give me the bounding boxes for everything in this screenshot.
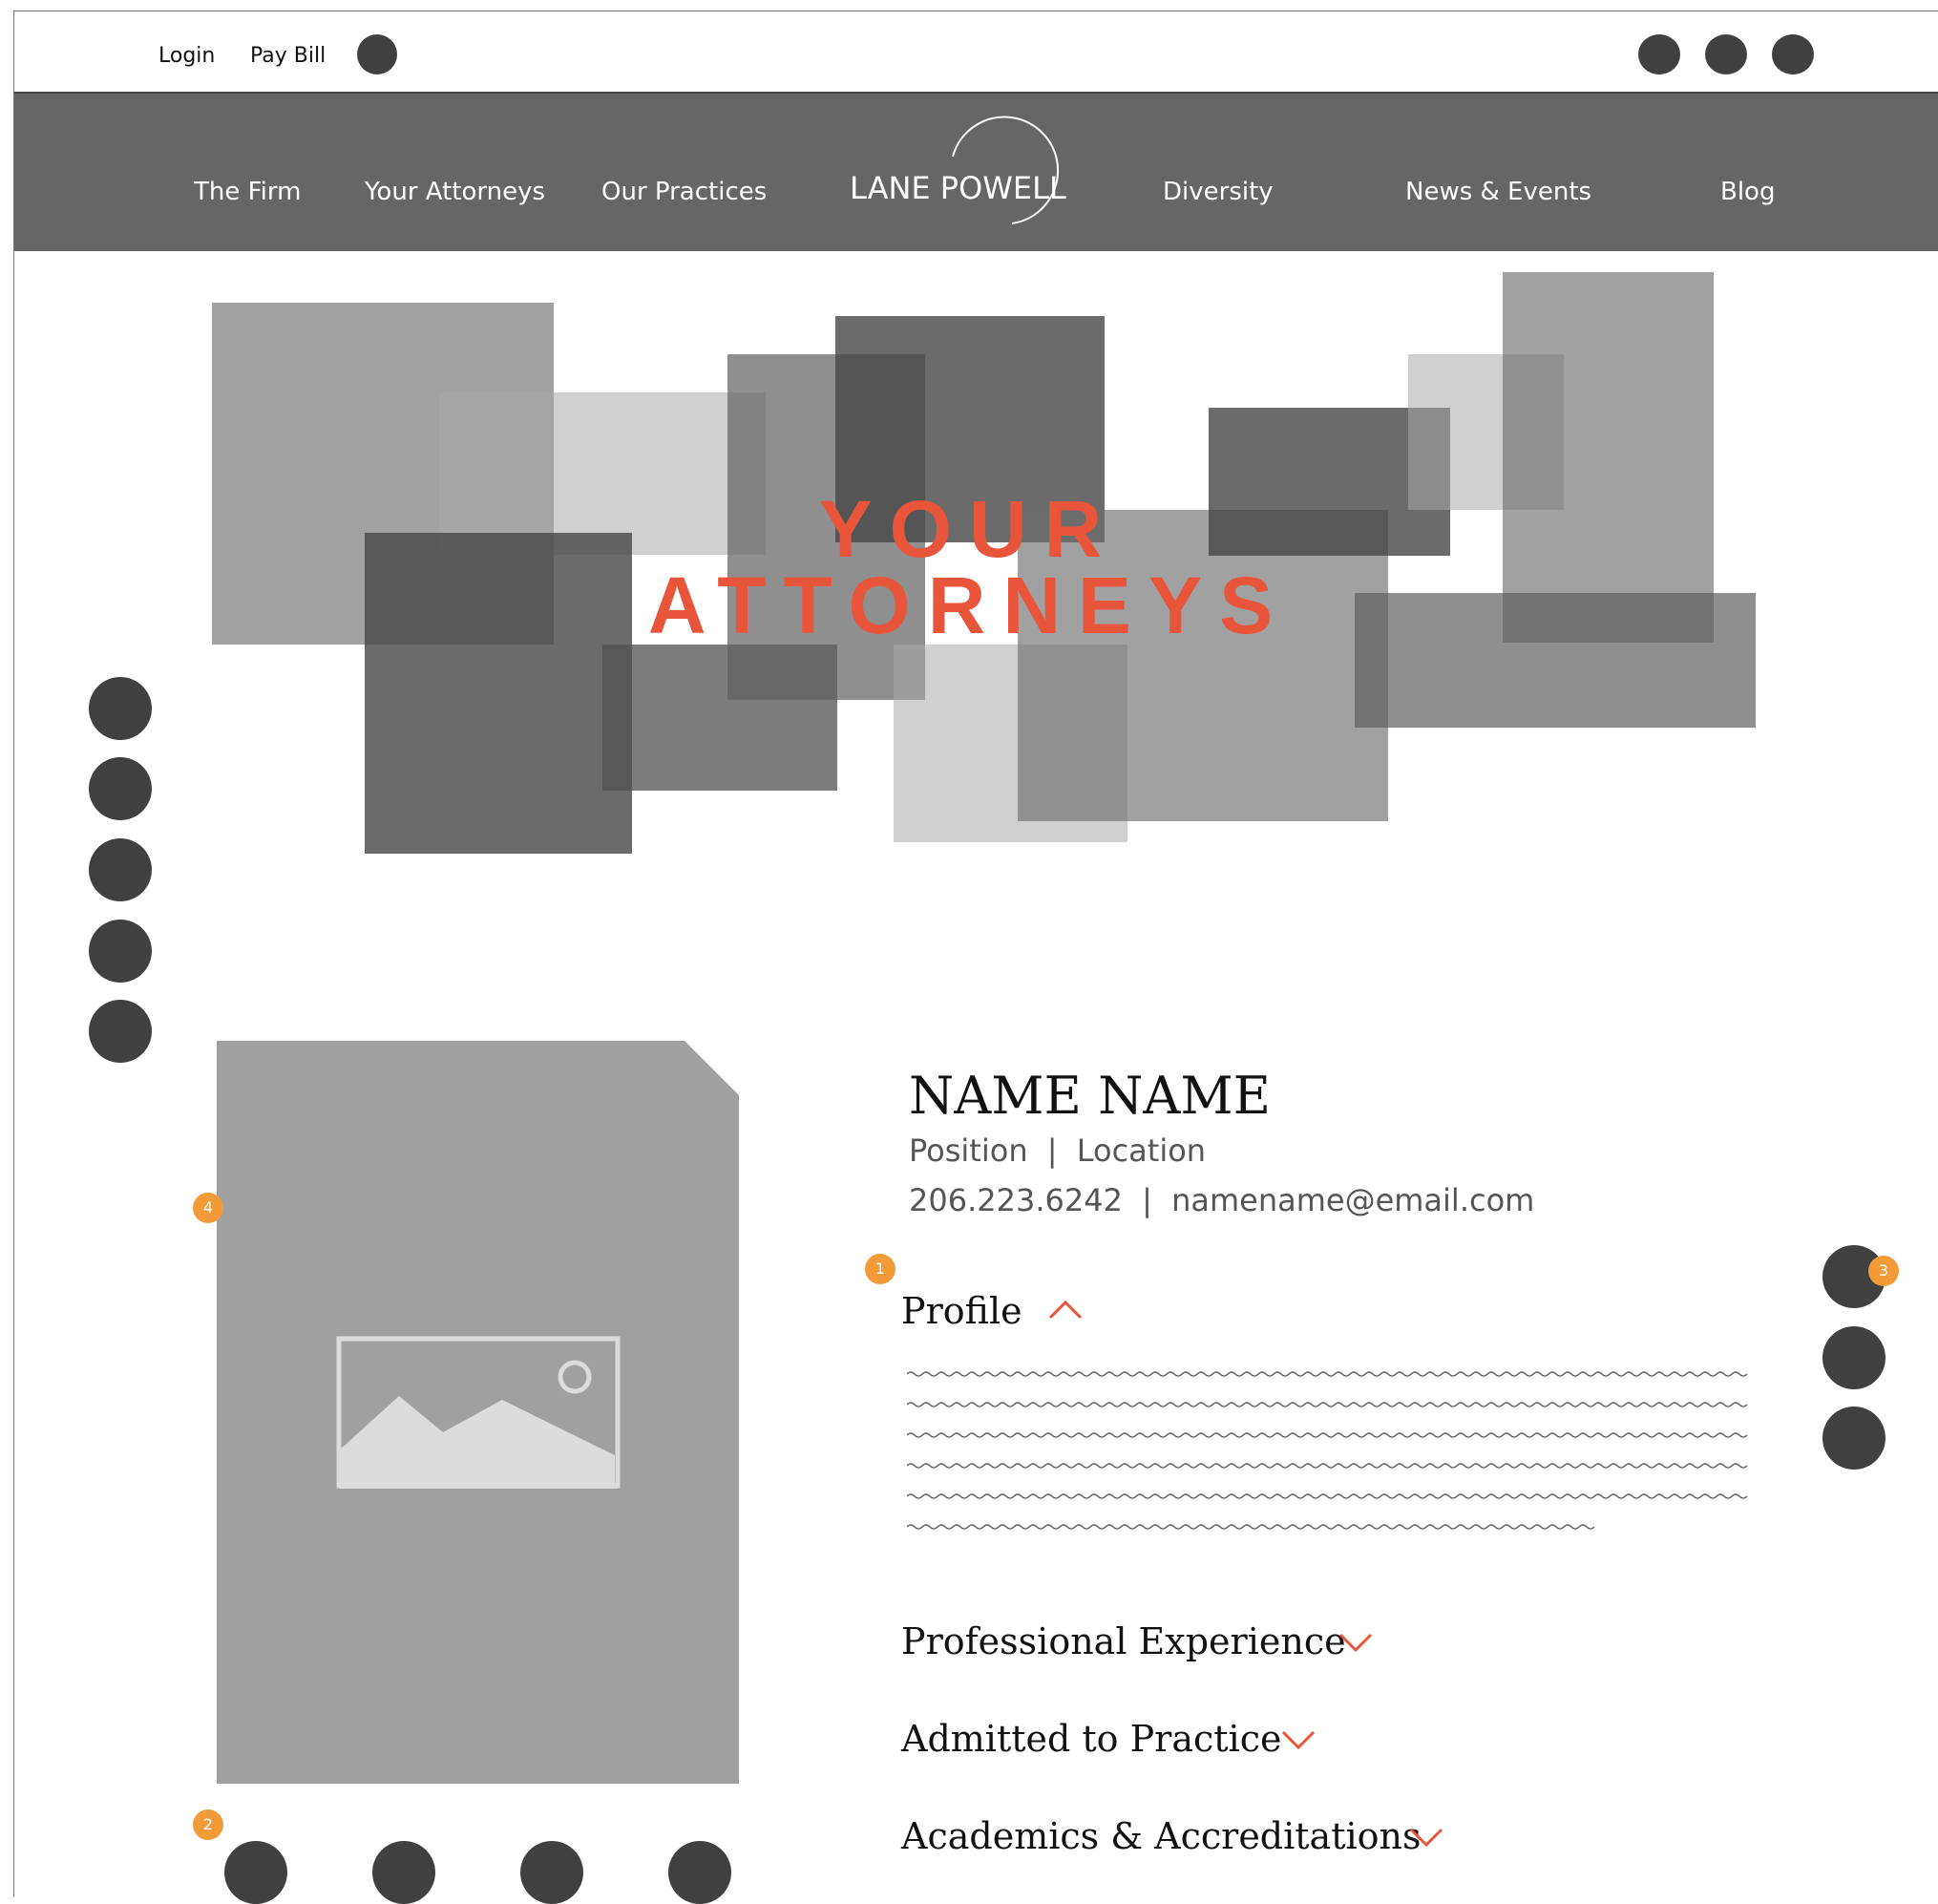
annotation-badge-2: 2 [193, 1809, 223, 1840]
frame-left-border [13, 11, 14, 1897]
share-icon-3[interactable] [89, 838, 152, 901]
share-icon-5[interactable] [89, 1000, 152, 1063]
section-profile-title[interactable]: Profile [901, 1290, 1022, 1332]
text-placeholder-line [907, 1463, 1748, 1469]
nav-blog[interactable]: Blog [1720, 178, 1775, 206]
nav-news-events[interactable]: News & Events [1405, 178, 1591, 206]
text-placeholder-line [907, 1402, 1748, 1407]
pay-bill-link[interactable]: Pay Bill [250, 44, 326, 68]
image-placeholder-icon [336, 1336, 621, 1489]
contact-action-icon-3[interactable] [1822, 1407, 1885, 1470]
login-link[interactable]: Login [158, 44, 215, 68]
location-text: Location [1076, 1132, 1207, 1169]
text-placeholder-line [907, 1493, 1748, 1499]
social-icon-2[interactable] [1705, 34, 1747, 74]
annotation-badge-4: 4 [193, 1193, 223, 1223]
contact-line: 206.223.6242 | namename@email.com [909, 1182, 1534, 1218]
hero-title-line1: YOUR [818, 484, 1120, 574]
annotation-badge-3: 3 [1868, 1256, 1899, 1286]
section-academics-title[interactable]: Academics & Accreditations [901, 1815, 1422, 1857]
share-icon-1[interactable] [89, 677, 152, 740]
position-text: Position [909, 1132, 1028, 1169]
chevron-down-icon[interactable] [1337, 1631, 1375, 1654]
photo-action-icon-3[interactable] [520, 1841, 583, 1904]
nav-the-firm[interactable]: The Firm [194, 178, 301, 206]
position-location: Position | Location [909, 1132, 1206, 1169]
text-placeholder-line [907, 1524, 1595, 1530]
email-link[interactable]: namename@email.com [1171, 1182, 1534, 1218]
share-icon-2[interactable] [89, 757, 152, 820]
chevron-down-icon[interactable] [1407, 1826, 1445, 1849]
hero-title-line2: ATTORNEYS [647, 561, 1291, 650]
text-placeholder-line [907, 1371, 1748, 1377]
separator: | [1142, 1182, 1152, 1218]
nav-our-practices[interactable]: Our Practices [601, 178, 767, 206]
search-icon[interactable] [357, 34, 397, 74]
social-icon-1[interactable] [1638, 34, 1680, 74]
chevron-down-icon[interactable] [1279, 1728, 1317, 1751]
attorney-name: NAME NAME [909, 1066, 1272, 1126]
nav-your-attorneys[interactable]: Your Attorneys [365, 178, 545, 206]
photo-action-icon-1[interactable] [224, 1841, 287, 1904]
chevron-up-icon[interactable] [1046, 1299, 1085, 1322]
share-icon-4[interactable] [89, 920, 152, 983]
photo-action-icon-2[interactable] [372, 1841, 435, 1904]
logo-arc-icon [952, 116, 1060, 224]
section-admitted-to-practice-title[interactable]: Admitted to Practice [901, 1718, 1281, 1760]
annotation-badge-1: 1 [865, 1254, 895, 1284]
text-placeholder-line [907, 1432, 1748, 1438]
contact-action-icon-2[interactable] [1822, 1326, 1885, 1389]
section-professional-experience-title[interactable]: Professional Experience [901, 1620, 1346, 1662]
nav-diversity[interactable]: Diversity [1163, 178, 1274, 206]
phone-link[interactable]: 206.223.6242 [909, 1182, 1123, 1218]
separator: | [1046, 1132, 1058, 1169]
social-icon-3[interactable] [1772, 34, 1814, 74]
photo-action-icon-4[interactable] [668, 1841, 731, 1904]
